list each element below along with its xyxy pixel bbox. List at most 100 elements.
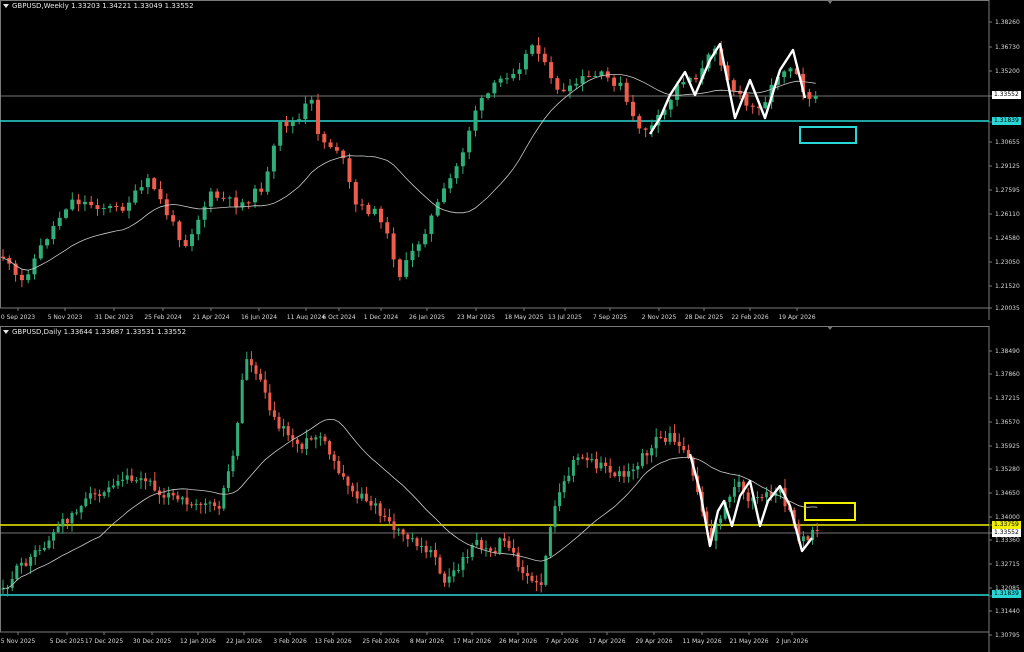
candle-body [443,573,447,583]
candle-body [461,557,465,570]
chart-frame [0,326,990,633]
candle-body [486,93,491,98]
daily-chart[interactable]: 1.38490 1.37860 1.37215 1.36570 1.35925 1.352… [0,326,1024,652]
collapse-triangle-icon[interactable] [3,4,9,8]
candle-body [116,480,120,486]
candle-body [423,233,428,245]
target-zone-box[interactable] [804,502,856,521]
price-label: 1.30795 [995,632,1020,639]
weekly-title-text: GBPUSD,Weekly 1.33203 1.34221 1.33049 1.… [12,2,194,10]
date-label: 11 May 2026 [682,638,721,645]
candle-body [75,512,79,514]
candle-body [558,492,562,507]
daily-symbol-title: GBPUSD,Daily 1.33644 1.33687 1.33531 1.3… [3,328,186,336]
candle-body [659,436,663,438]
weekly-chart-pane[interactable]: 1.38260 1.36730 1.35200 1.30655 1.29125 1.275… [0,0,1024,320]
pattern-zigzag[interactable] [688,453,813,553]
candle-body [624,82,629,102]
candle-body [360,204,365,206]
candle-body [351,485,355,492]
candle-body [429,215,434,234]
candle-body [277,416,281,429]
candle-body [303,103,308,120]
candle-body [429,550,433,553]
candle-body [70,512,74,524]
price-label: 1.23050 [995,259,1020,266]
candle-body [549,62,554,79]
candle-body [470,545,474,558]
candle-body [42,547,46,550]
candle-body [731,80,736,91]
price-label: 1.27595 [995,187,1020,194]
date-label: 26 Mar 2026 [499,638,537,645]
candle-body [568,85,572,92]
candle-body [88,493,92,499]
price-label: 1.21520 [995,283,1020,290]
candle-body [590,459,594,461]
candle-body [272,410,276,417]
candle-body [631,469,635,472]
candle-body [668,433,672,442]
candle-body [637,116,642,129]
candle-body [681,82,686,85]
candle-body [374,503,378,506]
candle-body [454,166,459,179]
candle-body [668,99,673,110]
candle-body [420,545,424,547]
candle-body [677,441,681,447]
candle-body [406,534,410,540]
candle-body [254,365,258,374]
candle-body [93,493,97,495]
candle-body [618,82,623,86]
candle-body [177,221,182,241]
daily-chart-pane[interactable]: 1.38490 1.37860 1.37215 1.36570 1.35925 1.352… [0,326,1024,652]
candle-body [466,557,470,559]
candle-body [654,436,658,449]
candle-body [604,462,608,467]
date-label: 0 Sep 2023 [1,314,35,320]
candle-body [539,582,543,585]
scroll-marker-icon[interactable] [827,326,833,330]
candle-body [203,503,207,505]
candle-body [107,487,111,493]
candle-body [553,506,557,528]
candle-body [64,209,68,218]
candle-body [215,191,220,198]
candle-body [236,422,240,456]
candle-body [114,206,119,208]
candle-body [322,133,327,143]
target-zone-box[interactable] [799,126,857,144]
candle-body [410,250,415,261]
candle-body [378,503,382,516]
price-label: 1.37215 [995,395,1020,402]
daily-current-price-tag: 1.33552 [992,529,1021,537]
candle-body [467,130,472,153]
candle-body [567,475,571,482]
candle-body [608,466,612,473]
scroll-marker-icon[interactable] [827,0,833,4]
candle-body [167,492,171,498]
collapse-triangle-icon[interactable] [3,330,9,334]
candle-body [334,147,339,151]
candle-body [127,202,131,211]
price-label: 1.35200 [995,68,1020,75]
candle-body [226,471,230,489]
date-label: 3 Feb 2026 [273,638,307,645]
candle-body [323,436,327,442]
candle-body [263,379,267,393]
price-label: 1.34000 [995,514,1020,521]
price-label: 1.26110 [995,211,1020,218]
candle-body [746,492,750,502]
candle-body [645,453,649,456]
candle-body [65,518,69,524]
price-label: 1.36570 [995,419,1020,426]
candle-body [512,547,516,553]
candle-body [806,536,810,540]
candle-body [643,128,648,130]
candle-body [521,566,525,574]
candle-body [416,244,421,251]
candle-body [185,497,189,505]
candle-body [516,552,520,567]
weekly-chart[interactable]: 1.38260 1.36730 1.35200 1.30655 1.29125 1.275… [0,0,1024,320]
candle-body [33,550,37,557]
